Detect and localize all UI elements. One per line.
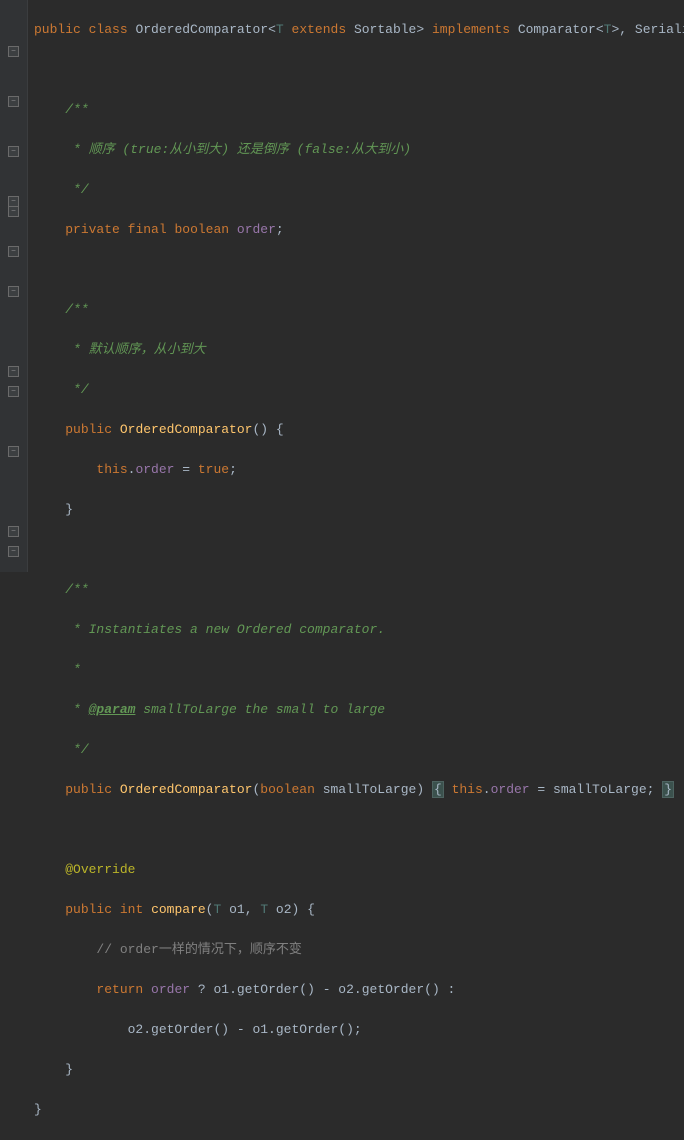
method-compare: compare (151, 902, 206, 917)
keyword-this: this (452, 782, 483, 797)
field-order: order (151, 982, 190, 997)
fold-marker[interactable]: − (8, 286, 19, 297)
fold-marker[interactable]: − (8, 246, 19, 257)
javadoc-body: * 默认顺序，从小到大 (65, 342, 205, 357)
code-line[interactable]: public class OrderedComparator<T extends… (34, 20, 684, 40)
keyword-private: private (65, 222, 120, 237)
code-line[interactable]: /** (34, 100, 684, 120)
javadoc-blank: * (65, 662, 81, 677)
javadoc-close: */ (65, 742, 88, 757)
field-order: order (491, 782, 530, 797)
param-smalltolarge: smallToLarge (323, 782, 417, 797)
code-line[interactable]: // order一样的情况下，顺序不变 (34, 940, 684, 960)
keyword-public: public (65, 422, 112, 437)
generic-type: T (260, 902, 268, 917)
generic-type: T (213, 902, 221, 917)
code-line[interactable]: */ (34, 740, 684, 760)
editor-gutter: − − − − − − − − − − − − (0, 0, 28, 572)
keyword-true: true (198, 462, 229, 477)
fold-marker[interactable]: − (8, 526, 19, 537)
code-line[interactable]: */ (34, 180, 684, 200)
javadoc-body: * Instantiates a new Ordered comparator. (65, 622, 385, 637)
javadoc-body: * 顺序 (true:从小到大) 还是倒序 (false:从大到小) (65, 142, 411, 157)
field-order: order (135, 462, 174, 477)
code-line[interactable]: private final boolean order; (34, 220, 684, 240)
keyword-class: class (89, 22, 128, 37)
keyword-int: int (120, 902, 143, 917)
fold-marker[interactable]: − (8, 206, 19, 217)
constructor-name: OrderedComparator (120, 422, 253, 437)
generic-param: T (276, 22, 284, 37)
fold-marker[interactable]: − (8, 96, 19, 107)
code-line[interactable]: public int compare(T o1, T o2) { (34, 900, 684, 920)
field-order: order (237, 222, 276, 237)
code-line[interactable]: this.order = true; (34, 460, 684, 480)
code-line[interactable]: * (34, 660, 684, 680)
code-line[interactable]: /** (34, 300, 684, 320)
keyword-final: final (128, 222, 167, 237)
code-line[interactable]: } (34, 1100, 684, 1120)
code-line[interactable]: public OrderedComparator(boolean smallTo… (34, 780, 684, 800)
code-line[interactable]: * Instantiates a new Ordered comparator. (34, 620, 684, 640)
code-editor[interactable]: public class OrderedComparator<T extends… (28, 0, 684, 572)
code-line[interactable]: /** (34, 580, 684, 600)
keyword-this: this (96, 462, 127, 477)
fold-marker[interactable]: − (8, 46, 19, 57)
code-line[interactable]: */ (34, 380, 684, 400)
keyword-extends: extends (292, 22, 347, 37)
line-comment: // order一样的情况下，顺序不变 (96, 942, 301, 957)
code-line[interactable]: * @param smallToLarge the small to large (34, 700, 684, 720)
method-call: getOrder (276, 1022, 338, 1037)
javadoc-param-tag: @param (89, 702, 136, 717)
fold-marker[interactable]: − (8, 366, 19, 377)
code-line[interactable]: * 顺序 (true:从小到大) 还是倒序 (false:从大到小) (34, 140, 684, 160)
method-call: getOrder (151, 1022, 213, 1037)
code-line[interactable] (34, 540, 684, 560)
method-call: getOrder (362, 982, 424, 997)
code-line[interactable]: @Override (34, 860, 684, 880)
code-line[interactable]: return order ? o1.getOrder() - o2.getOrd… (34, 980, 684, 1000)
javadoc-open: /** (65, 302, 88, 317)
fold-marker[interactable]: − (8, 386, 19, 397)
type-comparator: Comparator (518, 22, 596, 37)
code-line[interactable] (34, 820, 684, 840)
method-call: getOrder (237, 982, 299, 997)
code-line[interactable]: o2.getOrder() - o1.getOrder(); (34, 1020, 684, 1040)
code-line[interactable] (34, 60, 684, 80)
keyword-boolean: boolean (260, 782, 315, 797)
type-serializable: Serializable (635, 22, 684, 37)
highlighted-brace: } (662, 781, 674, 798)
javadoc-open: /** (65, 582, 88, 597)
javadoc-param-text: smallToLarge the small to large (135, 702, 385, 717)
keyword-return: return (96, 982, 143, 997)
code-line[interactable]: public OrderedComparator() { (34, 420, 684, 440)
highlighted-brace: { (432, 781, 444, 798)
param-o2: o2 (268, 902, 291, 917)
keyword-implements: implements (432, 22, 510, 37)
keyword-public: public (65, 902, 112, 917)
code-line[interactable] (34, 260, 684, 280)
param-o1: o1 (221, 902, 244, 917)
class-name: OrderedComparator (135, 22, 268, 37)
fold-marker[interactable]: − (8, 546, 19, 557)
code-line[interactable]: } (34, 500, 684, 520)
constructor-name: OrderedComparator (120, 782, 253, 797)
param-smalltolarge: smallToLarge (553, 782, 647, 797)
type-sortable: Sortable (354, 22, 416, 37)
javadoc-open: /** (65, 102, 88, 117)
annotation-override: @Override (65, 862, 135, 877)
fold-marker[interactable]: − (8, 446, 19, 457)
keyword-public: public (65, 782, 112, 797)
keyword-public: public (34, 22, 81, 37)
code-line[interactable]: } (34, 1060, 684, 1080)
javadoc-prefix: * (65, 702, 88, 717)
keyword-boolean: boolean (174, 222, 229, 237)
javadoc-close: */ (65, 182, 88, 197)
javadoc-close: */ (65, 382, 88, 397)
code-line[interactable]: * 默认顺序，从小到大 (34, 340, 684, 360)
fold-marker[interactable]: − (8, 146, 19, 157)
